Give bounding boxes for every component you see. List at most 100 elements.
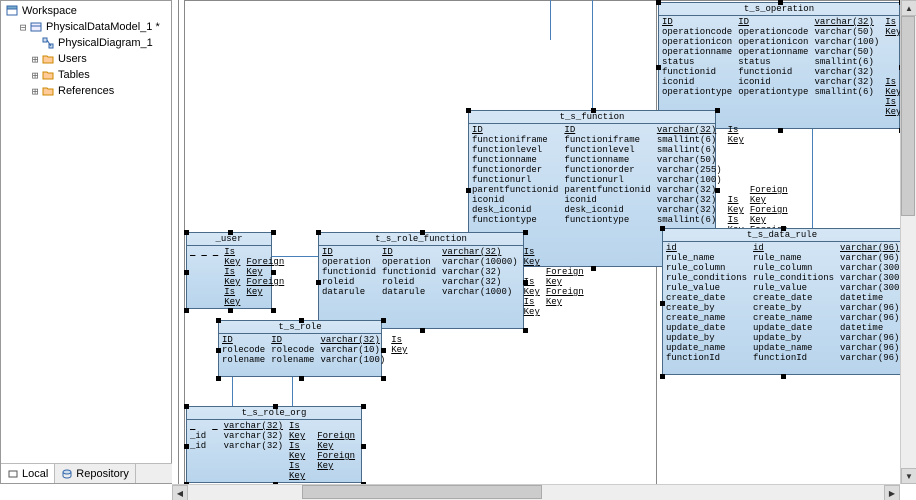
entity-cell: functionid [738,67,808,77]
scroll-right-button[interactable]: ▶ [884,485,900,500]
resize-handle[interactable] [420,328,425,333]
resize-handle[interactable] [591,266,596,271]
entity-cell [317,421,358,431]
entity-cell [201,267,206,277]
entity-cell [201,257,206,267]
entity-cell: iconid [564,195,650,205]
entity-t-s-data-rule[interactable]: t_s_data_ruleidrule_namerule_columnrule_… [662,228,902,375]
resize-handle[interactable] [273,404,278,409]
tree-toggle-icon[interactable]: ⊞ [29,69,41,82]
resize-handle[interactable] [216,376,221,381]
resize-handle[interactable] [184,308,189,313]
resize-handle[interactable] [361,444,366,449]
entity-cell: varchar(32) [320,335,385,345]
scroll-left-button[interactable]: ◀ [172,485,188,500]
entity-cell: Is Key [728,125,744,145]
entity-cell: Foreign Key [750,205,788,225]
scroll-down-button[interactable]: ▼ [901,468,916,484]
entity-cell [728,165,744,175]
entity-t-s-role-function[interactable]: t_s_role_functionIDoperationfunctionidro… [318,232,524,329]
resize-handle[interactable] [299,376,304,381]
entity-cell: operation [322,257,376,267]
resize-handle[interactable] [216,318,221,323]
resize-handle[interactable] [299,318,304,323]
resize-handle[interactable] [523,230,528,235]
tab-label: Local [22,468,48,480]
resize-handle[interactable] [523,328,528,333]
resize-handle[interactable] [381,376,386,381]
resize-handle[interactable] [656,65,661,70]
resize-handle[interactable] [466,188,471,193]
entity-cell: update_name [753,343,834,353]
resize-handle[interactable] [420,230,425,235]
entity-cell: Foreign Key [317,451,358,471]
resize-handle[interactable] [466,108,471,113]
resize-handle[interactable] [781,226,786,231]
resize-handle[interactable] [361,404,366,409]
resize-handle[interactable] [271,308,276,313]
resize-handle[interactable] [316,280,321,285]
scroll-thumb[interactable] [302,485,542,499]
entity-cell [201,247,206,257]
resize-handle[interactable] [660,374,665,379]
entity-column: _id_id [187,420,209,482]
entity-cell: parentfunctionid [564,185,650,195]
resize-handle[interactable] [184,444,189,449]
tree-item-tables[interactable]: ⊞ Tables [5,67,167,83]
resize-handle[interactable] [184,404,189,409]
scroll-thumb[interactable] [901,16,915,216]
resize-handle[interactable] [781,374,786,379]
resize-handle[interactable] [271,270,276,275]
entity-cell: functionId [666,353,747,363]
resize-handle[interactable] [715,108,720,113]
tree-item-model[interactable]: ⊟ PhysicalDataModel_1 * [5,19,167,35]
resize-handle[interactable] [184,270,189,275]
tab-repository[interactable]: Repository [55,464,136,483]
scroll-up-button[interactable]: ▲ [901,0,916,16]
entity-t-s-role-org[interactable]: t_s_role_org _id_id varchar(32)varchar(3… [186,406,362,483]
entity-cell: ID [222,335,265,345]
resize-handle[interactable] [715,188,720,193]
entity-column [187,246,198,308]
folder-icon [41,68,55,82]
tab-local[interactable]: Local [1,464,55,483]
tree-item-diagram[interactable]: PhysicalDiagram_1 [5,35,167,51]
tree-item-references[interactable]: ⊞ References [5,83,167,99]
resize-handle[interactable] [656,0,661,5]
tree-toggle-icon[interactable]: ⊞ [29,53,41,66]
entity-cell: functionurl [472,175,558,185]
entity-cell: varchar(1000) [442,287,518,297]
entity-cell [391,365,407,375]
resize-handle[interactable] [381,348,386,353]
tree-root[interactable]: Workspace [5,3,167,19]
horizontal-scrollbar[interactable]: ◀ ▶ [172,484,900,500]
resize-handle[interactable] [316,230,321,235]
tree-toggle-icon[interactable]: ⊞ [29,85,41,98]
resize-handle[interactable] [660,301,665,306]
diagram-canvas[interactable]: t_s_operationIDoperationcodeoperationico… [172,0,916,500]
resize-handle[interactable] [523,280,528,285]
resize-handle[interactable] [228,308,233,313]
tree-toggle-icon[interactable]: ⊟ [17,21,29,34]
resize-handle[interactable] [591,108,596,113]
resize-handle[interactable] [271,230,276,235]
tree-item-users[interactable]: ⊞ Users [5,51,167,67]
resize-handle[interactable] [184,230,189,235]
resize-handle[interactable] [660,226,665,231]
resize-handle[interactable] [228,230,233,235]
entity-cell: functionorder [564,165,650,175]
entity-cell [750,145,788,155]
resize-handle[interactable] [381,318,386,323]
entity-cell: operationcode [738,27,808,37]
entity-cell: Is Key [524,297,540,317]
resize-handle[interactable] [778,0,783,5]
entity-cell: rolecode [222,345,265,355]
entity-cell [546,307,584,317]
entity-user[interactable]: _user Is KeyIs KeyIs Key Foreign KeyFore… [186,232,272,309]
entity-cell [728,155,744,165]
entity-t-s-role[interactable]: t_s_roleIDrolecoderolenameIDrolecoderole… [218,320,382,377]
entity-cell [413,355,418,365]
entity-cell [546,257,584,267]
resize-handle[interactable] [216,348,221,353]
vertical-scrollbar[interactable]: ▲ ▼ [900,0,916,484]
